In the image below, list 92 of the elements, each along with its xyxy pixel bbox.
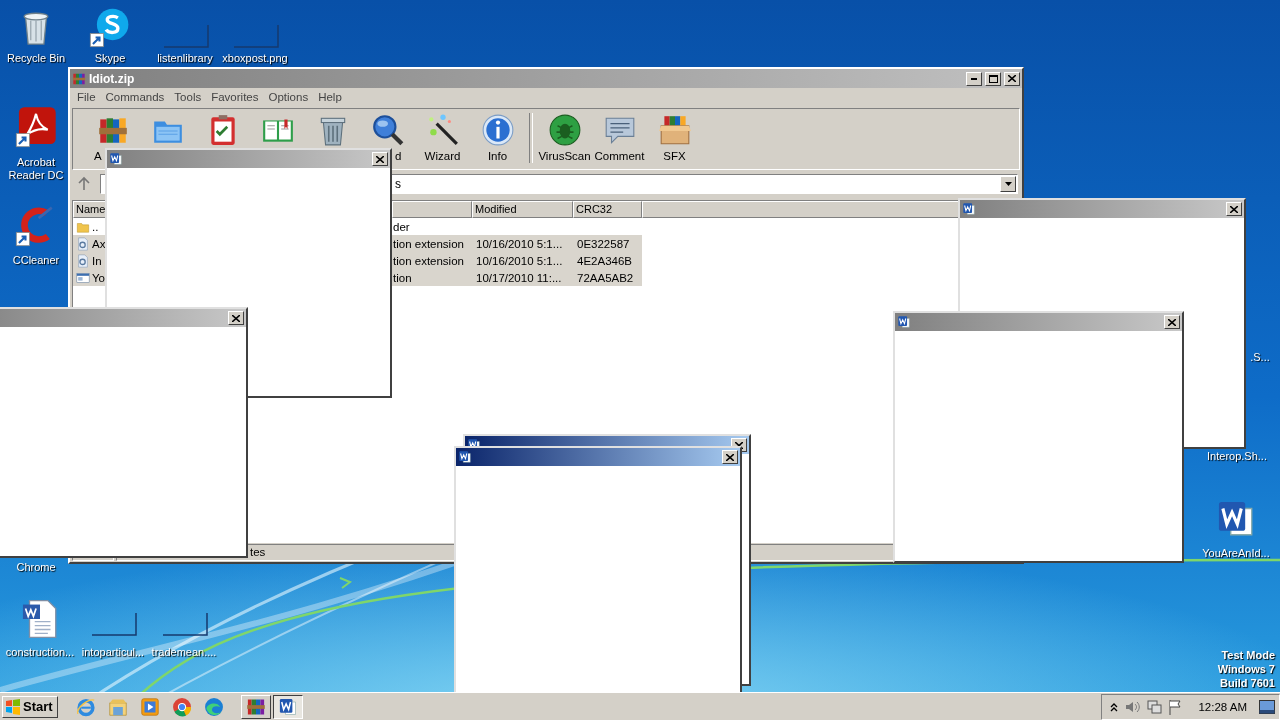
file-icon [76, 253, 90, 268]
table-cell-text: tion extension [392, 254, 465, 267]
table-cell-text: 72AA5AB2 [576, 271, 635, 284]
window-title: Idiot.zip [89, 71, 136, 86]
close-icon [1230, 205, 1238, 213]
close-button[interactable] [372, 152, 388, 166]
table-cell-text: 10/17/2010 11:... [475, 271, 563, 284]
desktop-icon-label[interactable]: CCleaner [12, 254, 60, 267]
system-text: Test Mode [1221, 648, 1275, 662]
close-icon [376, 155, 384, 163]
maximize-button[interactable] [985, 71, 1001, 86]
close-button[interactable] [1164, 315, 1180, 329]
desktop-icon-label[interactable]: Skype [94, 52, 126, 65]
toolbar-label: Info [487, 150, 508, 162]
file-name: Ax [91, 237, 106, 250]
column-header[interactable]: Modified [472, 201, 573, 218]
toolbar-button[interactable]: VirusScan [537, 109, 592, 167]
desktop-icon-label[interactable]: xboxpost.png [222, 52, 288, 65]
table-cell-text: der [392, 220, 411, 233]
windows-logo-icon [5, 698, 21, 715]
menu-item[interactable]: Favorites [206, 91, 264, 103]
desktop-icon-label[interactable]: Recycle Bin [6, 52, 66, 65]
toolbar-label: Comment [594, 150, 645, 162]
menu-item[interactable]: Tools [169, 91, 207, 103]
desktop-icon-label[interactable]: .S... [1250, 351, 1270, 364]
word-document-icon [962, 202, 976, 216]
toolbar-label: VirusScan [538, 150, 591, 162]
menu-item[interactable]: Help [313, 91, 347, 103]
dropdown-icon [1004, 182, 1012, 186]
chat-app-icon[interactable] [89, 6, 131, 48]
system-text: Windows 7 [1217, 662, 1275, 676]
desktop-icon-label[interactable]: Acrobat Reader DC [1, 156, 71, 182]
close-icon [1168, 318, 1176, 326]
close-button[interactable] [1226, 202, 1242, 216]
close-icon [1008, 75, 1016, 82]
clock[interactable]: 12:28 AM [1198, 700, 1247, 713]
minimize-button[interactable] [966, 71, 982, 86]
table-cell-text: 10/16/2010 5:1... [475, 254, 564, 267]
close-icon [726, 453, 734, 461]
info-icon [480, 113, 515, 147]
column-header[interactable] [392, 201, 472, 218]
edge-icon[interactable] [202, 695, 225, 718]
pdf-reader-icon[interactable] [15, 106, 57, 148]
close-button[interactable] [722, 450, 738, 464]
table-cell-text: tion [392, 271, 413, 284]
menu-item[interactable]: Commands [100, 91, 170, 103]
close-button[interactable] [228, 311, 244, 325]
maximize-icon [988, 74, 998, 83]
table-cell-text: 0E322587 [576, 237, 631, 250]
flag-icon[interactable] [1168, 698, 1183, 715]
menu-item[interactable]: Options [263, 91, 314, 103]
bug-icon [547, 113, 582, 147]
column-header[interactable]: CRC32 [573, 201, 642, 218]
toolbar-label: SFX [663, 150, 686, 162]
word-document-icon [109, 152, 123, 166]
close-button[interactable] [1004, 71, 1020, 86]
word-document-icon [897, 315, 911, 329]
table-cell-text: tion extension [392, 237, 465, 250]
minimize-icon [971, 77, 977, 80]
system-text: Build 7601 [1219, 676, 1275, 690]
toolbar-label: A [94, 150, 102, 162]
close-icon [232, 314, 240, 322]
media-player-icon[interactable] [138, 695, 161, 718]
file-icon [76, 236, 90, 251]
file-name: .. [91, 220, 99, 233]
table-cell-text: 10/16/2010 5:1... [475, 237, 564, 250]
toolbar-button[interactable]: Wizard [415, 109, 470, 167]
desktop-icon-label[interactable]: Interop.Sh... [1207, 450, 1267, 463]
search-icon [370, 113, 405, 147]
archive-app-icon [72, 71, 86, 86]
file-name: In [91, 254, 102, 267]
box-icon [657, 113, 692, 147]
toolbar-button[interactable]: Info [470, 109, 525, 167]
desktop-icon-label[interactable]: listenlibrary [157, 52, 213, 65]
show-desktop-icon[interactable] [1259, 699, 1275, 714]
taskbar-button[interactable] [272, 694, 303, 719]
word-document-icon [458, 450, 472, 464]
desktop-icon-label[interactable]: YouAreAnId... [1202, 547, 1270, 560]
desktop-icon-label[interactable]: Chrome [16, 561, 56, 574]
chrome-icon[interactable] [170, 695, 193, 718]
table-cell-text: 4E2A346B [576, 254, 633, 267]
start-button[interactable]: Start [2, 695, 58, 718]
toolbar-button[interactable]: SFX [647, 109, 702, 167]
word-document-icon [277, 696, 298, 717]
program-icon [76, 270, 90, 285]
toolbar-button[interactable]: Comment [592, 109, 647, 167]
menu-item[interactable]: File [72, 91, 101, 103]
toolbar-label: d [395, 150, 402, 162]
file-name: Yo [91, 271, 105, 284]
chevron-icon[interactable] [1110, 701, 1119, 712]
network-icon[interactable] [1146, 698, 1163, 715]
toolbar-label: Wizard [424, 150, 461, 162]
